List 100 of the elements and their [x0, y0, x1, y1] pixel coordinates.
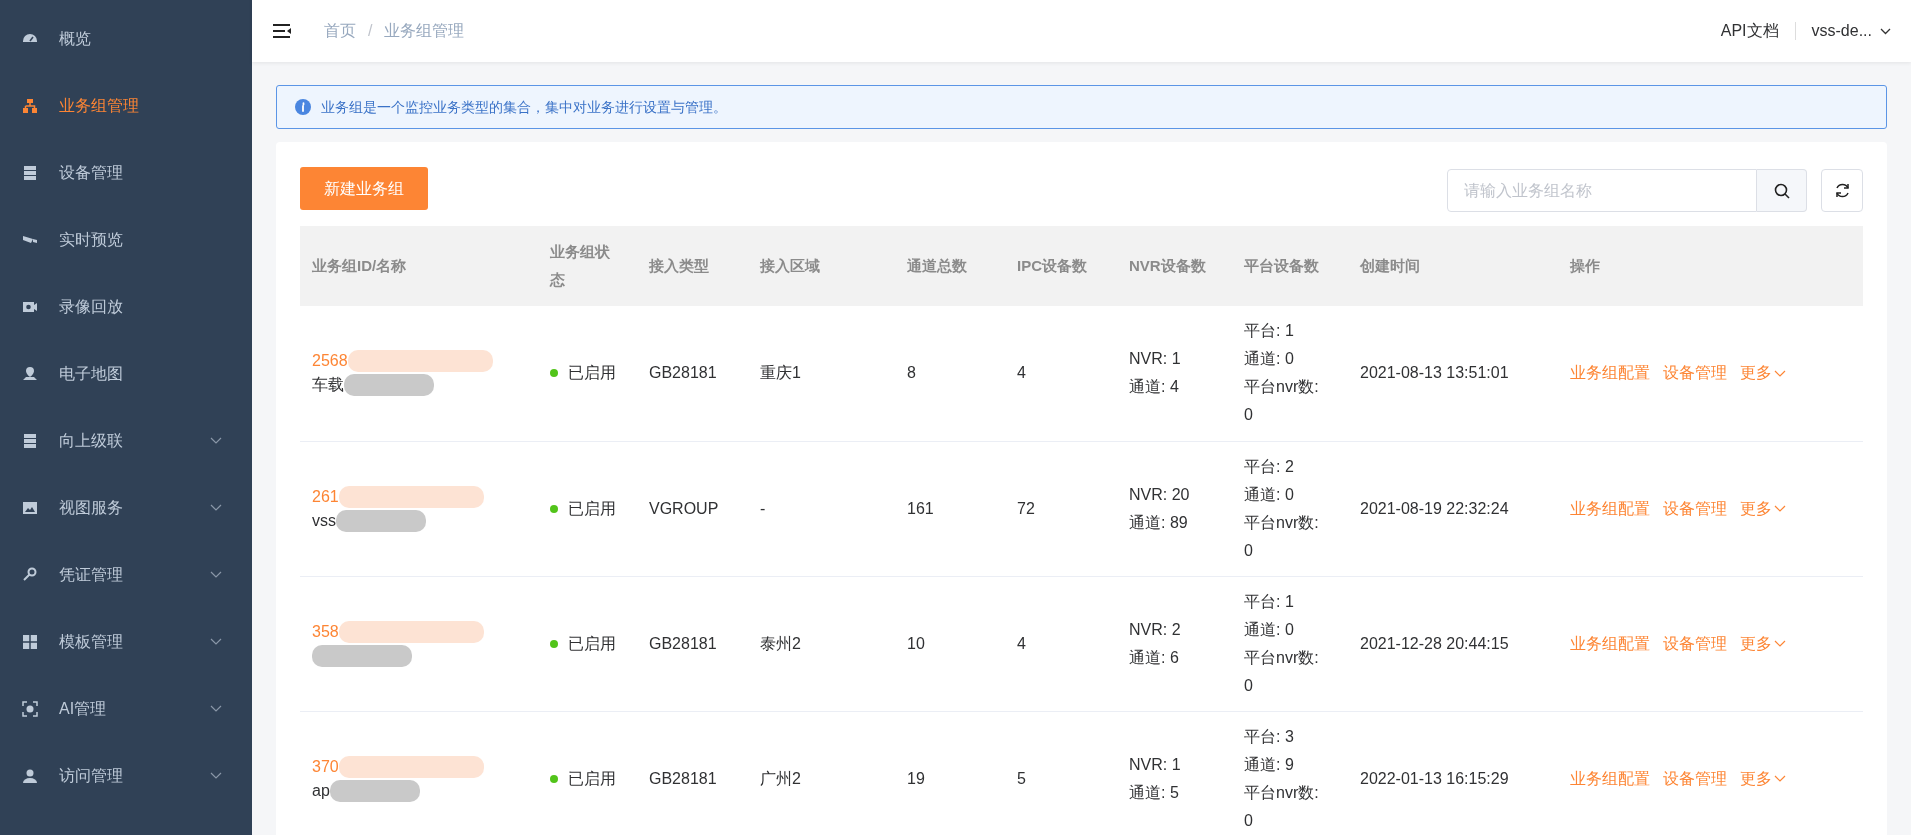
- action-link[interactable]: 业务组配置: [1570, 496, 1650, 521]
- action-link[interactable]: 设备管理: [1663, 631, 1727, 656]
- more-dropdown[interactable]: 更多: [1740, 496, 1786, 521]
- sidebar-item[interactable]: 向上级联: [0, 407, 252, 474]
- table-cell: 平台: 2: [1244, 457, 1294, 475]
- table-cell: 平台nvr数:: [1244, 648, 1319, 666]
- column-header: 操作: [1570, 256, 1600, 274]
- table-cell-text: 已启用: [568, 363, 616, 384]
- action-link[interactable]: 业务组配置: [1570, 766, 1650, 791]
- table-cell: 2021-12-28 20:44:15: [1360, 634, 1509, 652]
- table-cell: GB28181: [649, 634, 717, 652]
- column-header: 接入区域: [760, 256, 820, 274]
- table-cell: 19: [907, 769, 925, 787]
- table-cell: 通道: 0: [1244, 620, 1294, 638]
- table-cell: VGROUP: [649, 499, 719, 517]
- image-icon: [22, 499, 38, 516]
- group-id-link[interactable]: 358: [312, 619, 339, 644]
- search-button[interactable]: [1757, 169, 1807, 212]
- sidebar-item[interactable]: AI管理: [0, 675, 252, 742]
- chevron-down-icon: [1774, 775, 1786, 782]
- refresh-button[interactable]: [1821, 169, 1863, 212]
- server-icon: [22, 164, 38, 181]
- column-header: 通道总数: [907, 256, 967, 274]
- sidebar-item[interactable]: 概览: [0, 5, 252, 72]
- create-group-button[interactable]: 新建业务组: [300, 167, 428, 210]
- table-cell: -: [760, 499, 766, 517]
- table-cell: 0: [1244, 406, 1253, 424]
- sidebar-item[interactable]: 模板管理: [0, 608, 252, 675]
- table-cell-text: 已启用: [568, 498, 616, 519]
- breadcrumb-link[interactable]: 首页: [324, 19, 356, 43]
- api-docs-link[interactable]: API文档: [1720, 19, 1779, 43]
- table-cell-text: vss: [312, 510, 336, 531]
- refresh-icon: [1833, 182, 1851, 199]
- sidebar-item[interactable]: 访问管理: [0, 742, 252, 809]
- sidebar-item[interactable]: 凭证管理: [0, 541, 252, 608]
- table-cell: 通道: 0: [1244, 485, 1294, 503]
- breadcrumb-link[interactable]: 业务组管理: [384, 19, 465, 43]
- more-dropdown[interactable]: 更多: [1740, 766, 1786, 791]
- column-header: 创建时间: [1360, 256, 1420, 274]
- alert-text: 业务组是一个监控业务类型的集合，集中对业务进行设置与管理。: [321, 97, 727, 117]
- table-cell: NVR: 2: [1129, 620, 1181, 638]
- table-cell: 0: [1244, 541, 1253, 559]
- table-cell: 2021-08-13 13:51:01: [1360, 364, 1509, 382]
- sidebar-item[interactable]: 设备管理: [0, 139, 252, 206]
- action-link[interactable]: 业务组配置: [1570, 361, 1650, 386]
- table-cell: NVR: 1: [1129, 755, 1181, 773]
- grid-icon: [22, 633, 38, 650]
- action-link[interactable]: 设备管理: [1663, 496, 1727, 521]
- table-cell: 2022-01-13 16:15:29: [1360, 769, 1509, 787]
- table-cell: 0: [1244, 811, 1253, 829]
- table-cell: 通道: 5: [1129, 783, 1179, 801]
- breadcrumb-separator: /: [368, 21, 373, 41]
- table-cell: 通道: 0: [1244, 350, 1294, 368]
- table-cell: 8: [907, 364, 916, 382]
- column-header: 平台设备数: [1244, 256, 1319, 274]
- column-header: 业务组状态: [550, 242, 611, 290]
- key-icon: [22, 566, 38, 583]
- menu-icon[interactable]: [272, 23, 292, 39]
- table-cell-text: 车载: [312, 375, 344, 396]
- table-cell: 10: [907, 634, 925, 652]
- table-cell: 0: [1244, 676, 1253, 694]
- map-pin-icon: [22, 365, 38, 382]
- table-cell: 平台: 3: [1244, 727, 1294, 745]
- table-cell: NVR: 20: [1129, 485, 1190, 503]
- sidebar-item[interactable]: 录像回放: [0, 273, 252, 340]
- group-id-link[interactable]: 2568: [312, 349, 348, 374]
- table-cell: GB28181: [649, 364, 717, 382]
- group-id-link[interactable]: 261: [312, 484, 339, 509]
- table-cell: 4: [1017, 364, 1026, 382]
- table-cell: 泰州2: [760, 634, 801, 652]
- group-id-link[interactable]: 370: [312, 754, 339, 779]
- table-cell: 72: [1017, 499, 1035, 517]
- chevron-down-icon: [1774, 640, 1786, 647]
- info-icon: [295, 99, 311, 115]
- user-icon: [22, 767, 38, 784]
- sidebar-item[interactable]: 视图服务: [0, 474, 252, 541]
- column-header: IPC设备数: [1017, 256, 1087, 274]
- table-cell: 5: [1017, 769, 1026, 787]
- search-icon: [1773, 182, 1790, 199]
- table-cell: 平台nvr数:: [1244, 513, 1319, 531]
- table-cell: 平台nvr数:: [1244, 783, 1319, 801]
- user-menu[interactable]: vss-de...: [1811, 19, 1891, 43]
- action-link[interactable]: 业务组配置: [1570, 631, 1650, 656]
- table-cell-text: 已启用: [568, 768, 616, 789]
- more-dropdown[interactable]: 更多: [1740, 631, 1786, 656]
- chevron-down-icon: [1880, 27, 1891, 35]
- scan-icon: [22, 700, 38, 717]
- hierarchy-icon: [22, 97, 38, 114]
- action-link[interactable]: 设备管理: [1663, 361, 1727, 386]
- table-cell: 通道: 9: [1244, 755, 1294, 773]
- action-link[interactable]: 设备管理: [1663, 766, 1727, 791]
- search-field[interactable]: 请输入业务组名称: [1447, 169, 1757, 212]
- sidebar-item[interactable]: 业务组管理: [0, 72, 252, 139]
- sidebar-item[interactable]: 电子地图: [0, 340, 252, 407]
- table-cell: NVR: 1: [1129, 350, 1181, 368]
- chevron-down-icon: [1774, 505, 1786, 512]
- more-dropdown[interactable]: 更多: [1740, 361, 1786, 386]
- sidebar-item[interactable]: 实时预览: [0, 206, 252, 273]
- table-cell: 平台: 1: [1244, 322, 1294, 340]
- column-header: NVR设备数: [1129, 256, 1206, 274]
